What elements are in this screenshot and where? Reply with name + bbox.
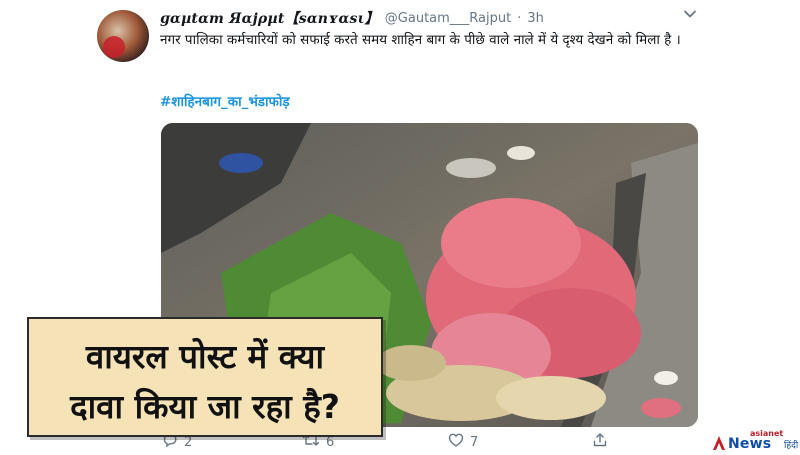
like-count: 7 [470,434,479,450]
logo-text: asianet News हिंदी [728,429,800,452]
logo-news-text: News [728,436,772,452]
hashtag-link[interactable]: #शाहिनबाग_का_भंडाफोड़ [160,92,290,110]
chevron-down-icon[interactable] [682,6,698,22]
separator: · [517,10,522,26]
logo-mark-icon [712,435,726,451]
like-action[interactable]: 7 [448,432,478,452]
share-action[interactable] [592,432,608,452]
tweet: ɡɑµtɑm Яɑjρµt【sɑnʏɑsι】 @Gautam___Rajput … [0,0,800,452]
headline-overlay: वायरल पोस्ट में क्या दावा किया जा रहा है… [27,317,383,437]
user-handle[interactable]: @Gautam___Rajput [385,11,511,26]
heart-icon [448,432,464,452]
logo-hindi-text: हिंदी [784,441,799,451]
tweet-header: ɡɑµtɑm Яɑjρµt【sɑnʏɑsι】 @Gautam___Rajput … [160,8,544,28]
avatar[interactable] [97,10,149,62]
display-name[interactable]: ɡɑµtɑm Яɑjρµt【sɑnʏɑsι】 [160,8,379,28]
headline-line-2: दावा किया जा रहा है? [70,387,340,426]
headline-line-1: वायरल पोस्ट में क्या [85,337,325,376]
share-icon [592,432,608,452]
timestamp[interactable]: 3h [527,11,544,26]
asianet-news-logo: asianet News हिंदी [712,429,800,452]
tweet-text: नगर पालिका कर्मचारियों को सफाई करते समय … [160,32,681,48]
